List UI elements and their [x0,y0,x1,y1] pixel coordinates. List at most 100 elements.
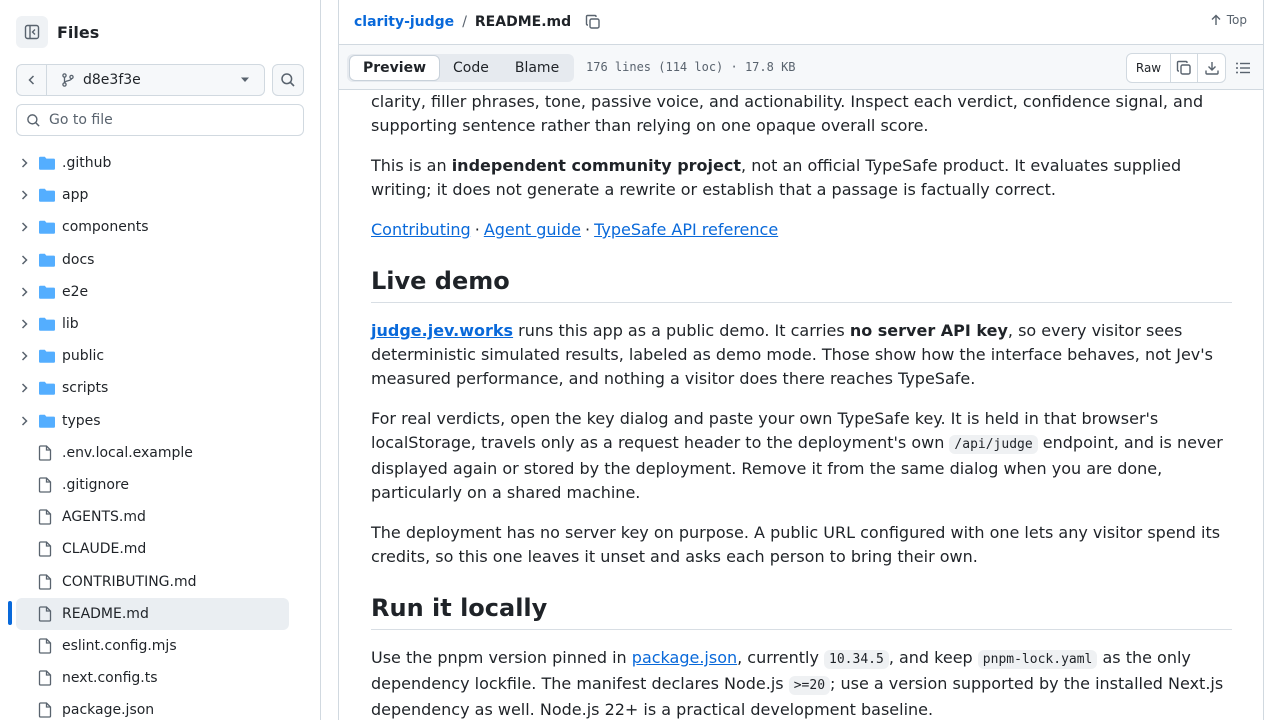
chevron-right-icon [21,319,28,329]
tree-item-label: .github [62,155,112,172]
caret-down-icon [241,77,249,82]
copy-icon [585,14,600,29]
go-to-file-field[interactable] [16,104,304,136]
tree-file-item[interactable]: CLAUDE.md [16,533,305,565]
folder-icon-wrap [38,380,56,396]
chevron-right-icon [21,255,28,265]
expand-toggle[interactable] [16,318,32,330]
folder-icon [39,317,55,331]
outline-button[interactable] [1235,60,1251,80]
readme-paragraph: clarity, filler phrases, tone, passive v… [371,92,1204,135]
top-link[interactable]: Top [1210,13,1247,27]
tree-item-label: eslint.config.mjs [62,637,177,654]
tab-code[interactable]: Code [440,55,502,81]
readme-content: clarity, filler phrases, tone, passive v… [371,90,1232,720]
folder-icon-wrap [38,219,56,235]
tree-item-label: README.md [62,605,149,622]
file-tree: .github app components docs e2e lib public scri… [16,147,305,720]
tree-file-item[interactable]: eslint.config.mjs [16,630,305,662]
breadcrumb-repo-link[interactable]: clarity-judge [354,14,454,30]
file-toolbar: Preview Code Blame 176 lines (114 loc) ·… [339,44,1263,90]
expand-toggle[interactable] [16,189,32,201]
readme-paragraph: Use the pnpm version pinned in package.j… [371,646,1232,720]
sidebar-header: Files [16,16,99,48]
tree-file-item[interactable]: README.md [16,597,289,630]
tree-folder-item[interactable]: docs [16,244,305,276]
arrow-up-icon [1211,14,1221,25]
file-icon-wrap [38,638,56,654]
go-to-file-input[interactable] [49,112,289,128]
tree-item-label: .env.local.example [62,444,193,461]
file-meta: 176 lines (114 loc) · 17.8 KB [586,60,796,74]
list-outline-icon [1236,62,1250,74]
expand-toggle[interactable] [16,254,32,266]
readme-paragraph: This is an independent community project… [371,154,1232,202]
tree-file-item[interactable]: .env.local.example [16,437,305,469]
readme-paragraph: The deployment has no server key on purp… [371,523,1221,566]
download-button[interactable] [1198,54,1225,82]
branch-label: d8e3f3e [83,72,141,88]
contributing-link[interactable]: Contributing [371,220,471,239]
copy-raw-button[interactable] [1171,54,1198,82]
tree-file-item[interactable]: package.json [16,694,305,720]
top-label: Top [1226,13,1247,27]
tree-file-item[interactable]: CONTRIBUTING.md [16,565,305,597]
branch-row: d8e3f3e [16,64,304,96]
readme-paragraph: For real verdicts, open the key dialog a… [371,407,1232,505]
folder-icon-wrap [38,252,56,268]
tree-file-item[interactable]: next.config.ts [16,662,305,694]
tab-preview[interactable]: Preview [349,55,441,81]
back-button[interactable] [17,65,47,95]
inline-code: >=20 [788,676,831,695]
expand-toggle[interactable] [16,157,32,169]
expand-toggle[interactable] [16,286,32,298]
file-tree-sidebar: Files d8e3f3e Go to file .github app com… [0,0,321,720]
expand-toggle[interactable] [16,350,32,362]
tree-item-label: package.json [62,702,155,719]
tree-folder-item[interactable]: public [16,340,305,372]
agent-guide-link[interactable]: Agent guide [484,220,581,239]
package-json-link[interactable]: package.json [632,648,737,667]
tree-folder-item[interactable]: components [16,211,305,243]
tree-folder-item[interactable]: types [16,405,305,437]
bold-text: no server API key [849,321,1008,340]
copy-path-button[interactable] [585,14,601,30]
file-icon-wrap [38,445,56,461]
tree-folder-item[interactable]: .github [16,147,305,179]
file-icon-wrap [38,670,56,686]
tree-folder-item[interactable]: lib [16,308,305,340]
tree-folder-item[interactable]: app [16,179,305,211]
inline-code: pnpm-lock.yaml [977,650,1098,669]
tree-item-label: e2e [62,283,89,300]
chevron-right-icon [21,222,28,232]
file-icon [38,445,52,461]
tree-file-item[interactable]: AGENTS.md [16,501,305,533]
file-actions: Raw [1126,53,1226,83]
api-reference-link[interactable]: TypeSafe API reference [594,220,778,239]
branch-name: d8e3f3e [47,72,264,88]
expand-toggle[interactable] [16,382,32,394]
tree-item-label: .gitignore [62,476,129,493]
tree-file-item[interactable]: .gitignore [16,469,305,501]
folder-icon [39,253,55,267]
tree-item-label: next.config.ts [62,670,158,687]
tab-blame[interactable]: Blame [502,55,572,81]
raw-button[interactable]: Raw [1127,54,1171,82]
expand-toggle[interactable] [16,221,32,233]
heading-run-locally: Run it locally [371,593,1232,630]
file-icon [38,541,52,557]
folder-icon [39,156,55,170]
collapse-sidebar-button[interactable] [16,16,48,48]
demo-link[interactable]: judge.jev.works [371,321,513,340]
text: , and keep [888,648,978,667]
tree-folder-item[interactable]: scripts [16,372,305,404]
bold-text: independent community project [451,156,742,175]
heading-live-demo: Live demo [371,266,1232,303]
expand-toggle[interactable] [16,415,32,427]
chevron-right-icon [21,158,28,168]
search-button[interactable] [272,64,304,96]
file-icon-wrap [38,702,56,718]
tree-folder-item[interactable]: e2e [16,276,305,308]
branch-selector[interactable]: d8e3f3e [16,64,265,96]
breadcrumb: clarity-judge / README.md [354,0,601,44]
